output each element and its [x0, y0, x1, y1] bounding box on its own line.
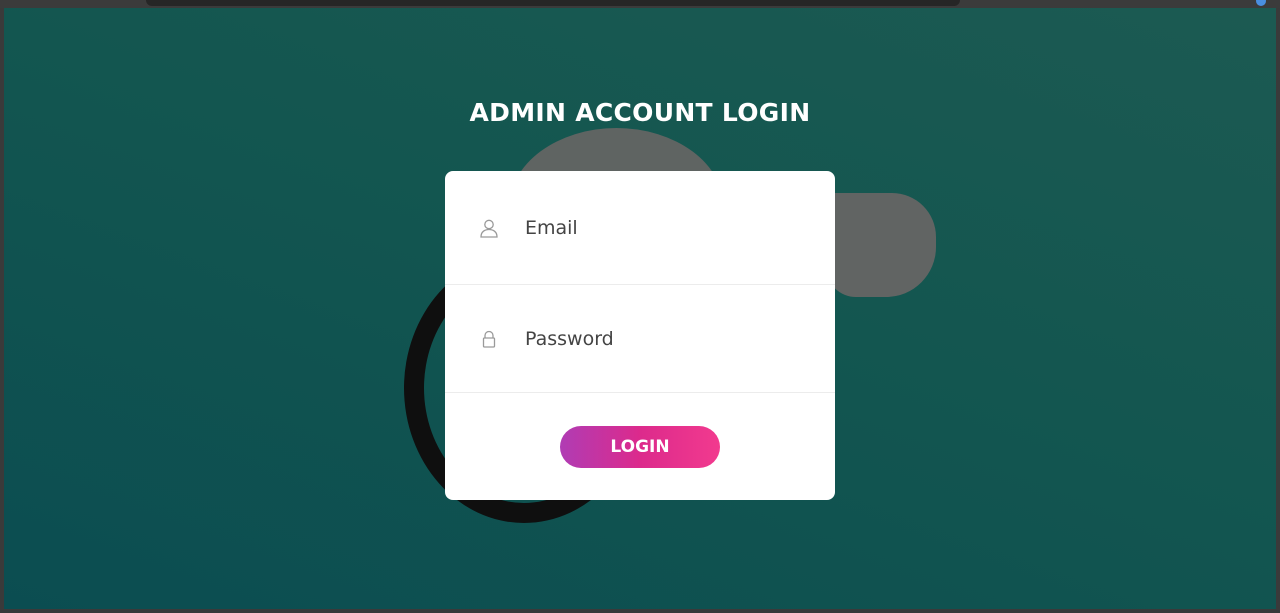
email-input[interactable]	[525, 212, 805, 243]
user-icon	[478, 217, 500, 239]
lock-icon	[478, 328, 500, 350]
login-button[interactable]: LOGIN	[560, 426, 720, 468]
window-bottom-border	[0, 609, 1280, 613]
email-row	[445, 171, 835, 285]
background-key-bit	[826, 193, 936, 297]
login-form: LOGIN	[445, 171, 835, 500]
password-input[interactable]	[525, 323, 805, 354]
browser-chrome	[0, 0, 1280, 8]
page-title: ADMIN ACCOUNT LOGIN	[469, 98, 811, 127]
address-bar[interactable]	[146, 0, 960, 6]
password-row	[445, 285, 835, 393]
profile-icon[interactable]	[1256, 0, 1266, 6]
